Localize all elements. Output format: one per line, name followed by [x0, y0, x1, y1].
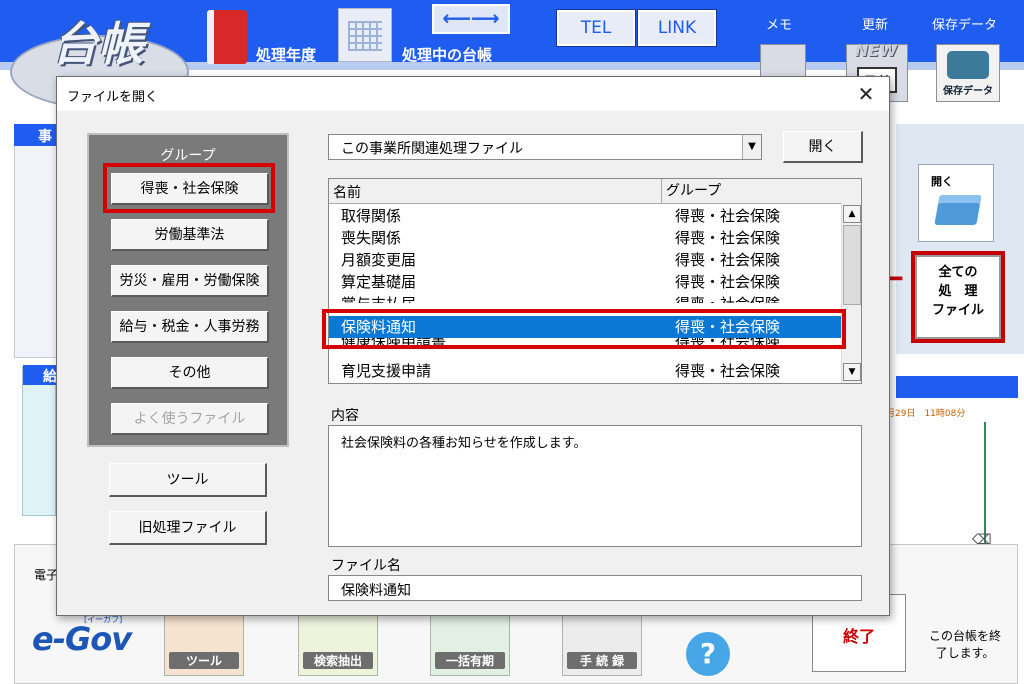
current-ledger-label: 処理中の台帳	[402, 46, 493, 64]
scroll-up-icon[interactable]: ▲	[843, 205, 861, 223]
memo-header	[896, 376, 1018, 398]
list-header: 名前 グループ	[329, 179, 861, 204]
filename-label: ファイル名	[331, 558, 401, 574]
book-icon[interactable]	[207, 10, 247, 64]
old-files-button[interactable]: 旧処理ファイル	[109, 511, 267, 545]
open-button[interactable]: 開く	[783, 131, 863, 163]
app-logo: 台帳	[52, 17, 144, 71]
group-panel: グループ 得喪・社会保険 労働基準法 労災・雇用・労働保険 給与・税金・人事労務…	[87, 133, 289, 447]
column-header-group[interactable]: グループ	[661, 179, 721, 203]
tool-button[interactable]: ツール	[109, 463, 267, 497]
update-label: 更新	[862, 18, 889, 33]
bulk-term-label: 一括有期	[435, 652, 505, 669]
file-scope-dropdown[interactable]: この事業所関連処理ファイル ▼	[328, 134, 762, 160]
background-panel	[14, 124, 58, 358]
all-files-label-line1: 全ての	[938, 265, 978, 280]
description-label: 内容	[331, 408, 359, 424]
egov-logo[interactable]: e-Gov	[32, 620, 132, 658]
background-panel-title: 事	[14, 124, 56, 146]
memo-area[interactable]: 月29日 11時08分	[880, 400, 1004, 548]
group-button-labor-standards[interactable]: 労働基準法	[111, 219, 269, 251]
open-file-dialog: ファイルを開く ✕ グループ 得喪・社会保険 労働基準法 労災・雇用・労働保険 …	[56, 76, 890, 616]
group-button-favorites: よく使うファイル	[111, 403, 269, 435]
fiscal-year-label: 処理年度	[256, 46, 317, 64]
group-button-payroll[interactable]: 給与・税金・人事労務	[111, 311, 269, 343]
open-folder-button[interactable]: 開く	[918, 164, 994, 242]
group-button-labor-insurance[interactable]: 労災・雇用・労働保険	[111, 265, 269, 297]
group-button-other[interactable]: その他	[111, 357, 269, 389]
selection-highlight-box	[103, 163, 275, 213]
scroll-thumb[interactable]	[843, 225, 861, 305]
open-folder-label: 開く	[931, 175, 953, 188]
scroll-down-icon[interactable]: ▼	[843, 363, 861, 381]
all-files-label-line2: 処 理	[938, 284, 978, 299]
save-data-icon[interactable]: 保存データ	[936, 44, 1000, 102]
list-item[interactable]: 月額変更届 得喪・社会保険	[329, 249, 841, 271]
dialog-title: ファイルを開く	[67, 90, 159, 105]
list-item[interactable]: 取得関係 得喪・社会保険	[329, 205, 841, 227]
swap-arrows-button[interactable]: ⟵⟶	[432, 4, 510, 34]
description-text: 社会保険料の各種お知らせを作成します。	[341, 436, 587, 451]
link-button[interactable]: LINK	[637, 9, 717, 47]
chevron-down-icon[interactable]: ▼	[742, 135, 761, 159]
group-caption: グループ	[160, 148, 216, 164]
list-scrollbar[interactable]: ▲ ▼	[841, 203, 861, 383]
list-item[interactable]: 育児支援申請 得喪・社会保険	[329, 360, 841, 382]
tel-button[interactable]: TEL	[556, 9, 636, 47]
save-icon-caption: 保存データ	[943, 86, 993, 97]
description-box: 社会保険料の各種お知らせを作成します。	[328, 425, 862, 547]
exit-description: この台帳を終了します。	[928, 629, 1001, 660]
tool-tile-label: ツール	[169, 652, 239, 669]
list-item[interactable]: 賞与支払届得喪・社会保険	[329, 293, 841, 303]
procedure-log-label: 手 続 録	[567, 652, 637, 669]
folder-icon	[934, 195, 982, 225]
new-badge: NEW	[855, 41, 897, 60]
filename-field[interactable]: 保険料通知	[328, 575, 862, 601]
column-header-name[interactable]: 名前	[333, 182, 361, 202]
save-data-label: 保存データ	[932, 18, 998, 33]
close-button[interactable]: ✕	[851, 81, 881, 107]
all-files-label-line3: ファイル	[931, 303, 984, 318]
background-panel: 給	[22, 365, 57, 516]
electronic-label: 電子	[34, 568, 59, 582]
calendar-icon[interactable]	[338, 8, 392, 62]
search-extract-label: 検索抽出	[303, 652, 373, 669]
memo-date: 月29日 11時08分	[886, 409, 966, 419]
file-scope-value: この事業所関連処理ファイル	[341, 141, 523, 157]
list-item[interactable]: 算定基礎届 得喪・社会保険	[329, 271, 841, 293]
background-panel-title: 給	[23, 365, 57, 385]
help-icon[interactable]: ?	[686, 632, 730, 676]
row-highlight-box	[322, 309, 846, 349]
filename-value: 保険料通知	[341, 583, 411, 599]
memo-label: メモ	[766, 18, 793, 33]
file-list[interactable]: 名前 グループ 取得関係 得喪・社会保険 喪失関係 得喪・社会保険 月額変更届 得喪・…	[328, 178, 862, 384]
dialog-titlebar: ファイルを開く ✕	[57, 77, 889, 111]
all-files-button[interactable]: 全ての 処 理 ファイル	[911, 251, 1005, 343]
list-item[interactable]: 喪失関係 得喪・社会保険	[329, 227, 841, 249]
